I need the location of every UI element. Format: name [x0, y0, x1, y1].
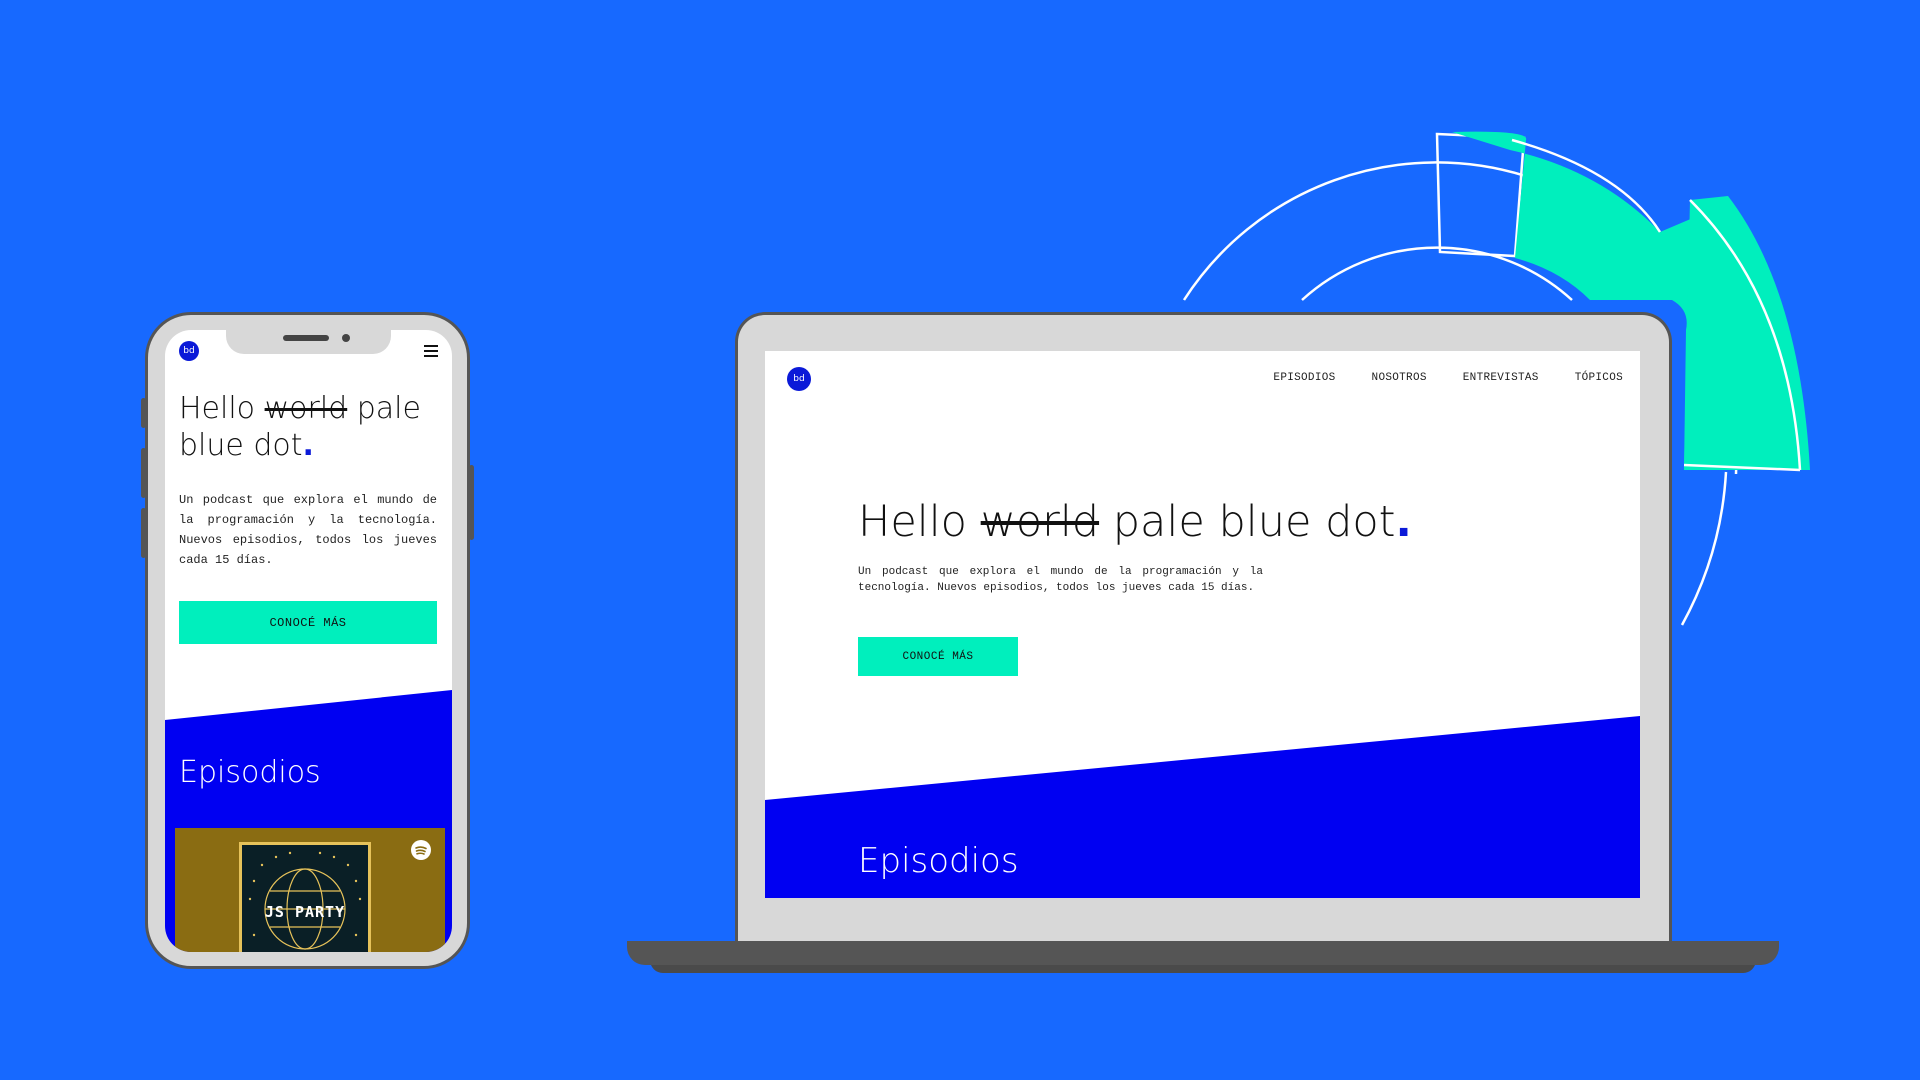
nav-item-entrevistas[interactable]: ENTREVISTAS [1463, 372, 1539, 384]
episodes-section-bg [765, 716, 1640, 898]
nav-item-topicos[interactable]: TÓPICOS [1575, 372, 1623, 384]
phone-power-button [469, 465, 474, 540]
hero-description: Un podcast que explora el mundo de la pr… [858, 566, 1263, 594]
struck-word: world [980, 497, 1100, 547]
album-cover: JS PARTY [239, 842, 371, 952]
cta-button[interactable]: CONOCÉ MÁS [858, 637, 1018, 676]
episodes-title: Episodios [858, 841, 1019, 881]
logo-icon[interactable]: bd [179, 341, 199, 361]
logo-icon[interactable]: bd [787, 367, 811, 391]
cta-button[interactable]: CONOCÉ MÁS [179, 601, 437, 644]
episodes-title: Episodios [179, 755, 321, 790]
hero-description: Un podcast que explora el mundo de la pr… [179, 493, 437, 567]
laptop-screen: bd EPISODIOS NOSOTROS ENTREVISTAS TÓPICO… [765, 351, 1640, 898]
hero-title: Hello world pale blue dot. [858, 497, 1412, 547]
phone-volume-up [141, 448, 146, 498]
logo-text: bd [183, 346, 195, 356]
episode-card[interactable]: JS PARTY [175, 828, 445, 952]
phone-mute-switch [141, 398, 146, 428]
phone-screen: bd Hello world pale blue dot. Un podcast… [165, 330, 452, 952]
logo-text: bd [793, 374, 805, 384]
hero-title: Hello world pale blue dot. [179, 391, 421, 463]
laptop-base [627, 941, 1779, 965]
struck-word: world [264, 391, 348, 426]
phone-volume-down [141, 508, 146, 558]
phone-camera [342, 334, 350, 342]
main-nav: EPISODIOS NOSOTROS ENTREVISTAS TÓPICOS [1273, 372, 1623, 384]
album-title: JS PARTY [264, 903, 346, 921]
nav-item-episodios[interactable]: EPISODIOS [1273, 372, 1335, 384]
spotify-icon[interactable] [411, 840, 431, 860]
globe-icon [248, 851, 362, 950]
hamburger-icon[interactable] [424, 345, 438, 357]
phone-speaker [283, 335, 329, 341]
nav-item-nosotros[interactable]: NOSOTROS [1372, 372, 1427, 384]
